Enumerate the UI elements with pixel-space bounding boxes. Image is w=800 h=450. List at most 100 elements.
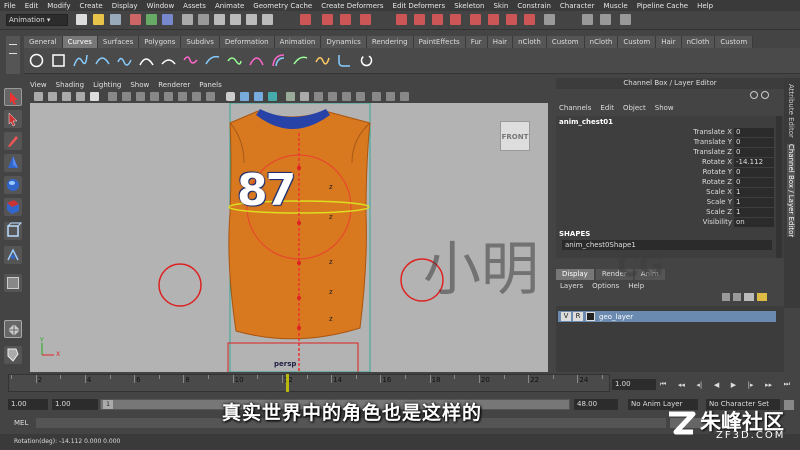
layer-color-swatch[interactable] bbox=[586, 312, 595, 321]
attribute-row[interactable]: Translate Z0 bbox=[556, 148, 774, 158]
layer-up-icon[interactable] bbox=[722, 293, 730, 301]
menu-assets[interactable]: Assets bbox=[183, 2, 206, 10]
layer-menu-layers[interactable]: Layers bbox=[560, 282, 583, 290]
shape-node-name[interactable]: anim_chest0Shape1 bbox=[562, 240, 772, 250]
step-back-frame-icon[interactable]: ◂◂ bbox=[678, 381, 685, 389]
camera-attributes-icon[interactable] bbox=[48, 92, 57, 101]
shelf-tab-surfaces[interactable]: Surfaces bbox=[97, 36, 140, 48]
show-ui-icon[interactable] bbox=[600, 14, 611, 25]
channel-menu-edit[interactable]: Edit bbox=[600, 104, 614, 112]
shelf-tab-fur[interactable]: Fur bbox=[465, 36, 488, 48]
attribute-row[interactable]: Rotate Y0 bbox=[556, 168, 774, 178]
step-forward-key-icon[interactable]: |▸ bbox=[748, 381, 754, 389]
viewport-menu-renderer[interactable]: Renderer bbox=[158, 81, 190, 89]
attribute-row[interactable]: Scale Y1 bbox=[556, 198, 774, 208]
menu-edit-deformers[interactable]: Edit Deformers bbox=[393, 2, 446, 10]
attribute-row[interactable]: Visibility on bbox=[556, 218, 774, 228]
wireframe-on-shaded-icon[interactable] bbox=[254, 92, 263, 101]
shelf-tab-polygons[interactable]: Polygons bbox=[139, 36, 182, 48]
view-cube[interactable]: FRONT bbox=[500, 121, 530, 151]
attribute-editor-tab[interactable]: Attribute Editor bbox=[787, 84, 795, 138]
graph-editor-icon[interactable] bbox=[432, 14, 443, 25]
outliner-layout-icon[interactable] bbox=[4, 346, 22, 364]
select-tool-icon[interactable] bbox=[4, 88, 22, 106]
arc-two-point-icon[interactable] bbox=[160, 52, 177, 69]
arc-three-point-icon[interactable] bbox=[138, 52, 155, 69]
isolate-select-icon[interactable] bbox=[342, 92, 351, 101]
shelf-tab-custom[interactable]: Custom bbox=[618, 36, 657, 48]
pencil-curve-icon[interactable] bbox=[116, 52, 133, 69]
menu-modify[interactable]: Modify bbox=[47, 2, 70, 10]
render-settings-icon[interactable] bbox=[360, 14, 371, 25]
attribute-value[interactable]: on bbox=[734, 218, 774, 227]
menu-create[interactable]: Create bbox=[79, 2, 102, 10]
construction-history-icon[interactable] bbox=[300, 14, 311, 25]
shelf-tab-painteffects[interactable]: PaintEffects bbox=[413, 36, 466, 48]
use-all-lights-icon[interactable] bbox=[286, 92, 295, 101]
shelf-tab-animation[interactable]: Animation bbox=[274, 36, 322, 48]
menu-edit[interactable]: Edit bbox=[25, 2, 39, 10]
attribute-value[interactable]: -14.112 bbox=[734, 158, 774, 167]
gate-mask-icon[interactable] bbox=[150, 92, 159, 101]
rebuild-curve-icon[interactable] bbox=[314, 52, 331, 69]
layout-single-icon[interactable] bbox=[4, 274, 22, 292]
attribute-value[interactable]: 0 bbox=[734, 168, 774, 177]
last-tool-icon[interactable] bbox=[4, 246, 22, 264]
shelf-tab-hair[interactable]: Hair bbox=[487, 36, 514, 48]
input-line-icon[interactable] bbox=[396, 14, 407, 25]
new-scene-icon[interactable] bbox=[76, 14, 87, 25]
menu-skin[interactable]: Skin bbox=[493, 2, 508, 10]
safe-action-icon[interactable] bbox=[178, 92, 187, 101]
fillet-curve-icon[interactable] bbox=[336, 52, 353, 69]
nurbs-circle-icon[interactable] bbox=[28, 52, 45, 69]
layer-visibility-toggle[interactable]: V bbox=[561, 312, 571, 321]
layout-four-icon[interactable] bbox=[4, 320, 22, 338]
layer-down-icon[interactable] bbox=[733, 293, 741, 301]
attribute-value[interactable]: 0 bbox=[734, 138, 774, 147]
attribute-value[interactable]: 1 bbox=[734, 198, 774, 207]
attach-curves-icon[interactable] bbox=[182, 52, 199, 69]
outliner-icon[interactable] bbox=[450, 14, 461, 25]
attribute-value[interactable]: 0 bbox=[734, 128, 774, 137]
shelf-tab-general[interactable]: General bbox=[24, 36, 63, 48]
menu-constrain[interactable]: Constrain bbox=[517, 2, 551, 10]
field-chart-icon[interactable] bbox=[164, 92, 173, 101]
insert-knot-icon[interactable] bbox=[226, 52, 243, 69]
viewport-menu-shading[interactable]: Shading bbox=[56, 81, 84, 89]
viewport-menu-lighting[interactable]: Lighting bbox=[93, 81, 121, 89]
select-camera-icon[interactable] bbox=[34, 92, 43, 101]
shelf-menu-button[interactable] bbox=[6, 36, 20, 74]
shelf-tab-custom[interactable]: Custom bbox=[715, 36, 754, 48]
menu-geometry-cache[interactable]: Geometry Cache bbox=[253, 2, 312, 10]
start-time-field[interactable]: 1.00 bbox=[8, 399, 48, 410]
extend-curve-icon[interactable] bbox=[248, 52, 265, 69]
manipulator-tool-icon[interactable] bbox=[4, 222, 23, 240]
menu-window[interactable]: Window bbox=[147, 2, 175, 10]
xray-icon[interactable] bbox=[314, 92, 323, 101]
channel-box-scrollbar[interactable] bbox=[776, 116, 782, 258]
motion-blur-icon[interactable] bbox=[386, 92, 395, 101]
attribute-row[interactable]: Translate Y0 bbox=[556, 138, 774, 148]
shelf-tab-deformation[interactable]: Deformation bbox=[219, 36, 275, 48]
move-tool-icon[interactable] bbox=[4, 154, 22, 172]
attribute-row[interactable]: Translate X0 bbox=[556, 128, 774, 138]
step-forward-frame-icon[interactable]: ▸▸ bbox=[765, 381, 772, 389]
shelf-tab-dynamics[interactable]: Dynamics bbox=[321, 36, 367, 48]
select-component-icon[interactable] bbox=[162, 14, 173, 25]
playback-start-field[interactable]: 1.00 bbox=[52, 399, 98, 410]
shelf-tab-rendering[interactable]: Rendering bbox=[366, 36, 414, 48]
shelf-tab-subdivs[interactable]: Subdivs bbox=[181, 36, 220, 48]
snap-grid-icon[interactable] bbox=[214, 14, 225, 25]
time-slider[interactable]: 24681012141618202224 bbox=[8, 374, 610, 392]
select-object-icon[interactable] bbox=[146, 14, 157, 25]
menu-character[interactable]: Character bbox=[560, 2, 595, 10]
high-quality-icon[interactable] bbox=[356, 92, 365, 101]
channel-menu-channels[interactable]: Channels bbox=[559, 104, 591, 112]
channel-box-tab[interactable]: Channel Box / Layer Editor bbox=[787, 144, 795, 238]
open-close-curve-icon[interactable] bbox=[358, 52, 375, 69]
menu-set-dropdown[interactable]: Animation ▾ bbox=[6, 14, 68, 26]
selected-object-name[interactable]: anim_chest01 bbox=[559, 118, 613, 126]
new-empty-layer-icon[interactable] bbox=[744, 293, 754, 301]
uv-editor-icon[interactable] bbox=[524, 14, 535, 25]
rotate-tool-icon[interactable] bbox=[4, 176, 22, 194]
